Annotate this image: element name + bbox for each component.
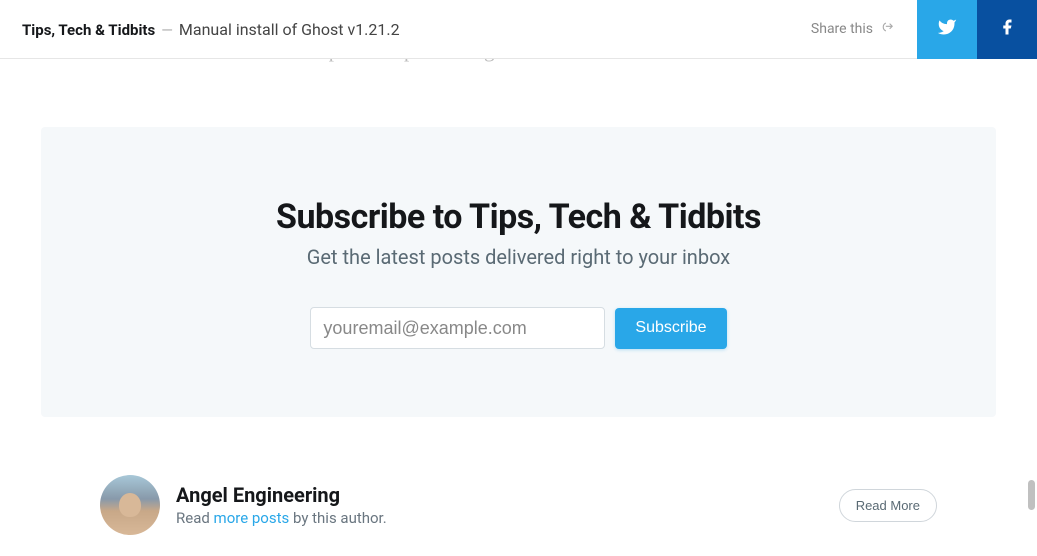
pointing-hand-icon [881,18,899,40]
subscribe-button[interactable]: Subscribe [615,308,726,349]
subscribe-form: Subscribe [101,307,936,349]
header-title-section: Tips, Tech & Tidbits — Manual install of… [0,20,811,39]
site-title[interactable]: Tips, Tech & Tidbits [22,21,155,39]
author-bio: Read more posts by this author. [176,509,839,527]
bio-suffix: by this author. [289,509,386,527]
read-more-button[interactable]: Read More [839,489,937,522]
bio-prefix: Read [176,509,214,527]
post-title: Manual install of Ghost v1.21.2 [179,20,400,39]
scrollbar-thumb[interactable] [1028,480,1035,510]
content-wrap: post for tips on adding features like Go… [0,0,1037,535]
subscribe-title: Subscribe to Tips, Tech & Tidbits [101,197,936,237]
share-label: Share this [811,21,873,37]
author-name[interactable]: Angel Engineering [176,483,839,507]
author-card: Angel Engineering Read more posts by thi… [0,417,1037,535]
share-section: Share this [811,0,1037,58]
author-info: Angel Engineering Read more posts by thi… [176,483,839,527]
share-twitter-button[interactable] [917,0,977,59]
subscribe-subtitle: Get the latest posts delivered right to … [101,245,936,269]
facebook-icon [998,18,1016,40]
floating-header: Tips, Tech & Tidbits — Manual install of… [0,0,1037,59]
title-separator: — [161,21,173,39]
more-posts-link[interactable]: more posts [214,509,290,527]
twitter-icon [937,17,957,41]
email-field[interactable] [310,307,605,349]
avatar[interactable] [100,475,160,535]
subscribe-box: Subscribe to Tips, Tech & Tidbits Get th… [41,127,996,417]
share-facebook-button[interactable] [977,0,1037,59]
